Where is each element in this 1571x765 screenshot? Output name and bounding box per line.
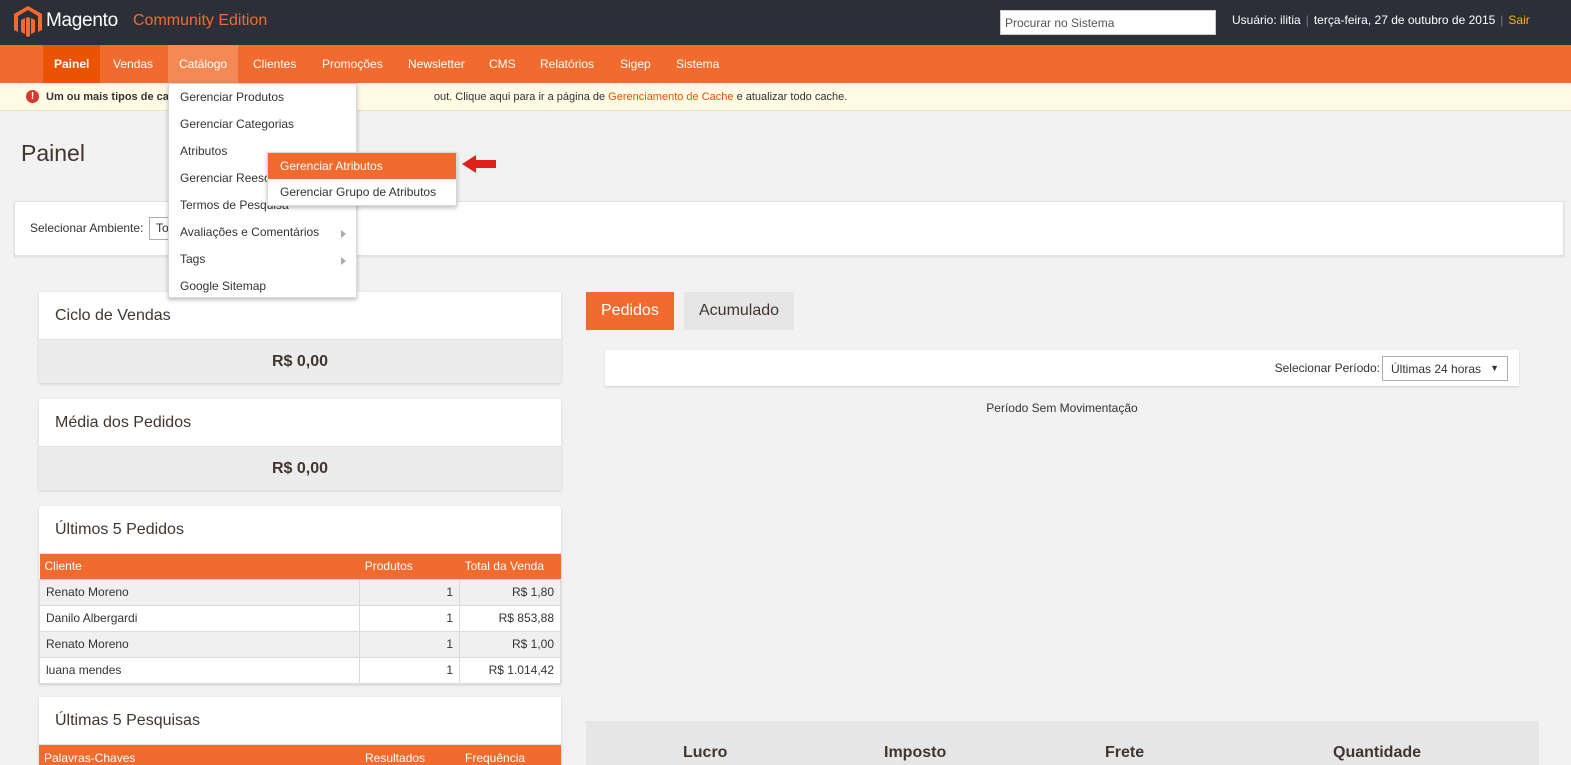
customer-cell: luana mendes bbox=[38, 656, 361, 684]
menu-item-google-sitemap[interactable]: Google Sitemap bbox=[180, 279, 266, 293]
table-row[interactable]: luana mendes 1 R$ 1.014,42 bbox=[38, 656, 561, 684]
menu-item-manage-attribute-sets[interactable]: Gerenciar Grupo de Atributos bbox=[268, 179, 456, 205]
items-cell: 1 bbox=[359, 630, 461, 658]
total-cell: R$ 1,00 bbox=[459, 630, 561, 658]
column-header[interactable]: Cliente bbox=[39, 554, 360, 579]
menu-item-manage-attributes[interactable]: Gerenciar Atributos bbox=[268, 153, 456, 179]
customer-cell: Danilo Albergardi bbox=[38, 604, 361, 632]
current-date: terça-feira, 27 de outubro de 2015 bbox=[1313, 13, 1496, 27]
menu-item-attributes[interactable]: Atributos bbox=[180, 144, 227, 158]
average-order-value: R$ 0,00 bbox=[39, 447, 561, 490]
table-row[interactable]: Danilo Albergardi 1 R$ 853,88 bbox=[38, 604, 561, 632]
nav-item-sigep[interactable]: Sigep bbox=[609, 45, 662, 83]
period-value: Últimas 24 horas bbox=[1391, 362, 1482, 376]
tab-pedidos[interactable]: Pedidos bbox=[586, 292, 674, 330]
separator: | bbox=[1500, 13, 1504, 27]
period-selector: Selecionar Período: Últimas 24 horas ▼ bbox=[605, 350, 1519, 386]
main-nav: Painel Vendas Catálogo Clientes Promoçõe… bbox=[0, 45, 1571, 83]
logout-link[interactable]: Sair bbox=[1508, 13, 1529, 27]
card-title: Média dos Pedidos bbox=[39, 399, 561, 447]
last-searches-card: Últimas 5 Pesquisas Palavras-Chaves Resu… bbox=[39, 697, 561, 765]
notice-bold: Um ou mais tipos de ca bbox=[46, 91, 169, 103]
average-order-card: Média dos Pedidos R$ 0,00 bbox=[39, 399, 561, 490]
notice-text: Um ou mais tipos de ca out. Clique aqui p… bbox=[46, 91, 847, 103]
nav-item-relatorios[interactable]: Relatórios bbox=[529, 45, 605, 83]
attributes-submenu: Gerenciar Atributos Gerenciar Grupo de A… bbox=[267, 152, 457, 206]
nav-item-catalogo[interactable]: Catálogo bbox=[168, 45, 239, 83]
period-label: Selecionar Período: bbox=[1274, 361, 1380, 375]
user-info: Usuário: ilitia | terça-feira, 27 de outub… bbox=[1232, 13, 1530, 27]
menu-item-manage-products[interactable]: Gerenciar Produtos bbox=[180, 90, 284, 104]
card-title: Últimas 5 Pesquisas bbox=[39, 697, 561, 745]
total-shipping-label: Frete bbox=[1105, 744, 1145, 761]
total-quantity-label: Quantidade bbox=[1333, 744, 1422, 761]
items-cell: 1 bbox=[359, 578, 461, 606]
cache-management-link[interactable]: Gerenciamento de Cache bbox=[608, 91, 733, 103]
total-tax-label: Imposto bbox=[884, 744, 947, 761]
notice-tail: e atualizar todo cache. bbox=[733, 91, 848, 103]
empty-chart-message: Período Sem Movimentação bbox=[986, 401, 1138, 415]
column-header[interactable]: Frequência bbox=[460, 745, 561, 765]
column-header[interactable]: Total da Venda bbox=[459, 554, 561, 579]
separator: | bbox=[1305, 13, 1309, 27]
total-cell: R$ 853,88 bbox=[459, 604, 561, 632]
card-title: Ciclo de Vendas bbox=[39, 292, 561, 340]
last-orders-card: Últimos 5 Pedidos Cliente Produtos Total… bbox=[38, 506, 561, 684]
column-header[interactable]: Produtos bbox=[359, 554, 460, 579]
nav-item-newsletter[interactable]: Newsletter bbox=[397, 45, 476, 83]
magento-logo-icon bbox=[14, 6, 42, 37]
card-title: Últimos 5 Pedidos bbox=[39, 506, 561, 554]
last-searches-table: Palavras-Chaves Resultados Frequência bbox=[39, 745, 561, 765]
menu-item-tags[interactable]: Tags bbox=[180, 252, 205, 266]
table-row[interactable]: Renato Moreno 1 R$ 1,80 bbox=[38, 578, 561, 606]
brand-name: Magento bbox=[46, 10, 118, 31]
total-cell: R$ 1,80 bbox=[459, 578, 561, 606]
annotation-arrow-icon bbox=[462, 155, 496, 173]
notice-body: out. Clique aqui para ir a página de bbox=[433, 91, 609, 103]
totals-bar: Lucro Imposto Frete Quantidade bbox=[586, 721, 1539, 765]
nav-item-vendas[interactable]: Vendas bbox=[102, 45, 164, 83]
lifetime-sales-value: R$ 0,00 bbox=[39, 340, 561, 383]
period-select[interactable]: Últimas 24 horas ▼ bbox=[1382, 356, 1508, 381]
lifetime-sales-card: Ciclo de Vendas R$ 0,00 bbox=[39, 292, 561, 383]
total-cell: R$ 1.014,42 bbox=[459, 656, 561, 684]
page-title: Painel bbox=[21, 140, 85, 166]
nav-item-promocoes[interactable]: Promoções bbox=[311, 45, 394, 83]
items-cell: 1 bbox=[359, 656, 461, 684]
user-label: Usuário: ilitia bbox=[1232, 13, 1301, 27]
customer-cell: Renato Moreno bbox=[38, 578, 361, 606]
nav-item-clientes[interactable]: Clientes bbox=[242, 45, 307, 83]
tab-acumulado[interactable]: Acumulado bbox=[684, 292, 795, 330]
nav-item-cms[interactable]: CMS bbox=[478, 45, 527, 83]
submenu-arrow-icon bbox=[341, 257, 346, 265]
submenu-arrow-icon bbox=[341, 230, 346, 238]
error-icon: ! bbox=[26, 90, 39, 103]
nav-item-sistema[interactable]: Sistema bbox=[665, 45, 730, 83]
items-cell: 1 bbox=[359, 604, 461, 632]
scope-label: Selecionar Ambiente: bbox=[30, 221, 144, 235]
top-header: Magento Community Edition Usuário: iliti… bbox=[0, 0, 1571, 45]
edition-name: Community Edition bbox=[133, 12, 268, 29]
table-row[interactable]: Renato Moreno 1 R$ 1,00 bbox=[38, 630, 561, 658]
menu-item-url-rewrites[interactable]: Gerenciar Reesc bbox=[180, 171, 270, 185]
dropdown-arrow-icon: ▼ bbox=[1490, 363, 1499, 373]
total-revenue-label: Lucro bbox=[683, 744, 728, 761]
menu-item-manage-categories[interactable]: Gerenciar Categorias bbox=[180, 117, 294, 131]
column-header[interactable]: Resultados bbox=[360, 745, 460, 765]
customer-cell: Renato Moreno bbox=[38, 630, 361, 658]
last-orders-table: Cliente Produtos Total da Venda Renato M… bbox=[38, 554, 561, 684]
global-search-input[interactable] bbox=[1000, 10, 1216, 35]
menu-item-reviews[interactable]: Avaliações e Comentários bbox=[180, 225, 319, 239]
nav-item-painel[interactable]: Painel bbox=[43, 45, 101, 83]
column-header[interactable]: Palavras-Chaves bbox=[39, 745, 360, 765]
